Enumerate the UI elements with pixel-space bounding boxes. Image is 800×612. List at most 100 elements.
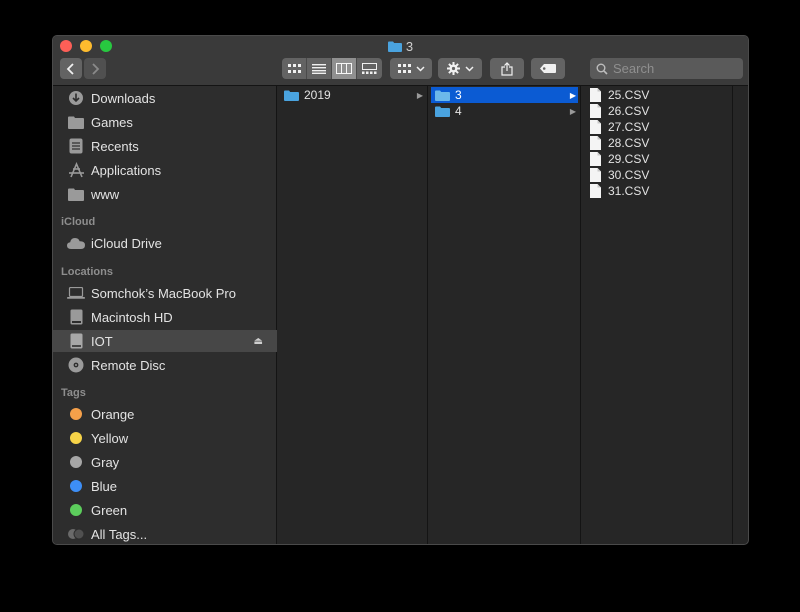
sidebar-item-remote-disc[interactable]: Remote Disc: [53, 354, 277, 376]
column-view-button[interactable]: [332, 58, 357, 79]
file-row[interactable]: 25.CSV: [584, 87, 730, 103]
sidebar-item-label: Blue: [91, 478, 118, 494]
tag-color-dot: [67, 477, 85, 495]
file-name: 29.CSV: [608, 152, 650, 166]
document-icon: [590, 168, 601, 182]
sidebar-tag-yellow[interactable]: Yellow: [53, 427, 277, 449]
sidebar-section-header: Locations: [61, 266, 113, 278]
tag-color-dot: [67, 429, 85, 447]
sidebar-item-label: Macintosh HD: [91, 309, 173, 325]
sidebar-item-label: Somchok’s MacBook Pro: [91, 285, 236, 301]
file-name: 30.CSV: [608, 168, 650, 182]
sidebar-all-tags[interactable]: All Tags...: [53, 523, 277, 544]
downloads-icon: [67, 89, 85, 107]
forward-button[interactable]: [84, 58, 106, 79]
sidebar-item-games[interactable]: Games: [53, 111, 277, 133]
gear-icon: [446, 62, 460, 75]
sidebar-item-label: All Tags...: [91, 526, 148, 542]
file-name: 27.CSV: [608, 120, 650, 134]
group-by-button[interactable]: [390, 58, 432, 79]
sidebar-item-label: Yellow: [91, 430, 129, 446]
sidebar-item-label: Orange: [91, 406, 135, 422]
sidebar-item-macbook-pro[interactable]: Somchok’s MacBook Pro: [53, 282, 277, 304]
tag-color-dot: [67, 453, 85, 471]
file-row[interactable]: 29.CSV: [584, 151, 730, 167]
folder-icon: [67, 113, 85, 131]
tag-icon: [540, 64, 556, 73]
sidebar-section-header: iCloud: [61, 216, 96, 228]
sidebar-item-downloads[interactable]: Downloads: [53, 87, 277, 109]
sidebar-item-macintosh-hd[interactable]: Macintosh HD: [53, 306, 277, 328]
action-button[interactable]: [438, 58, 482, 79]
external-drive-icon: [67, 332, 85, 350]
finder-window: 3 Search Downloads Games Recents Applica…: [52, 35, 749, 545]
sidebar-item-applications[interactable]: Applications: [53, 159, 277, 181]
icon-view-button[interactable]: [282, 58, 307, 79]
sidebar-item-label: IOT: [91, 333, 113, 349]
search-input[interactable]: [613, 61, 733, 76]
back-button[interactable]: [60, 58, 82, 79]
file-name: 28.CSV: [608, 136, 650, 150]
chevron-right-icon: [92, 62, 100, 75]
sidebar-item-iot[interactable]: IOT ⏏: [53, 330, 277, 352]
window-title-text: 3: [405, 39, 414, 54]
file-name: 26.CSV: [608, 104, 650, 118]
file-row[interactable]: 31.CSV: [584, 183, 730, 199]
column-3: 25.CSV 26.CSV 27.CSV 28.CSV 29.CSV 30.CS…: [582, 86, 733, 544]
laptop-icon: [67, 284, 85, 302]
file-row[interactable]: 30.CSV: [584, 167, 730, 183]
column-2: 3 ▶ 4 ▶: [429, 86, 581, 544]
folder-name: 4: [455, 104, 462, 118]
disclosure-arrow-icon: ▶: [569, 90, 576, 100]
sidebar-item-www[interactable]: www: [53, 183, 277, 205]
sidebar-tag-gray[interactable]: Gray: [53, 451, 277, 473]
sidebar-item-icloud-drive[interactable]: iCloud Drive: [53, 232, 277, 254]
folder-row-4[interactable]: 4 ▶: [431, 103, 578, 119]
blue-tag-dot: [70, 480, 82, 492]
file-row[interactable]: 28.CSV: [584, 135, 730, 151]
disclosure-arrow-icon: ▶: [569, 106, 576, 116]
hard-drive-icon: [67, 308, 85, 326]
sidebar-tag-blue[interactable]: Blue: [53, 475, 277, 497]
chevron-left-icon: [66, 62, 74, 75]
folder-icon: [67, 185, 85, 203]
recents-icon: [67, 137, 85, 155]
folder-row-2019[interactable]: 2019 ▶: [280, 87, 425, 103]
chevron-down-icon: [464, 65, 474, 72]
sidebar-item-recents[interactable]: Recents: [53, 135, 277, 157]
disclosure-arrow-icon: ▶: [416, 90, 423, 100]
sidebar-item-label: Applications: [91, 162, 162, 178]
share-button[interactable]: [490, 58, 524, 79]
document-icon: [590, 152, 601, 166]
gray-tag-dot: [70, 456, 82, 468]
all-tags-icon: [67, 525, 85, 543]
document-icon: [590, 104, 601, 118]
tag-color-dot: [67, 405, 85, 423]
sidebar-tag-orange[interactable]: Orange: [53, 403, 277, 425]
file-row[interactable]: 27.CSV: [584, 119, 730, 135]
sidebar-item-label: Remote Disc: [91, 357, 166, 373]
document-icon: [590, 88, 601, 102]
disc-icon: [67, 356, 85, 374]
eject-icon[interactable]: ⏏: [254, 336, 263, 347]
sidebar: Downloads Games Recents Applications www…: [53, 86, 277, 544]
tags-button[interactable]: [531, 58, 565, 79]
search-icon: [596, 63, 608, 75]
grid-icon: [397, 63, 411, 73]
yellow-tag-dot: [70, 432, 82, 444]
sidebar-section-header: Tags: [61, 387, 86, 399]
document-icon: [590, 136, 601, 150]
folder-row-3[interactable]: 3 ▶: [431, 87, 578, 103]
column-4-empty: [734, 86, 748, 544]
file-row[interactable]: 26.CSV: [584, 103, 730, 119]
tag-color-dot: [67, 501, 85, 519]
search-field[interactable]: [590, 58, 743, 79]
gallery-view-button[interactable]: [357, 58, 382, 79]
list-view-button[interactable]: [307, 58, 332, 79]
folder-icon: [435, 106, 450, 117]
sidebar-tag-green[interactable]: Green: [53, 499, 277, 521]
folder-icon: [284, 90, 299, 101]
sidebar-item-label: Games: [91, 114, 133, 130]
column-1: 2019 ▶: [278, 86, 428, 544]
folder-name: 2019: [304, 88, 331, 102]
